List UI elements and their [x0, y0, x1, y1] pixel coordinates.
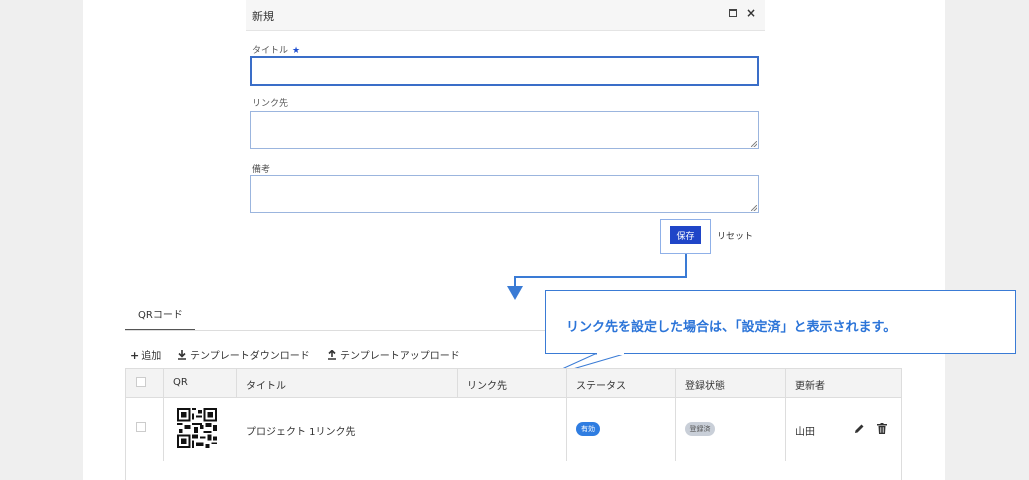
column-divider [457, 369, 458, 397]
tabs-divider [125, 330, 545, 331]
save-pointer-arrow [514, 254, 687, 288]
callout-pointer-cover [597, 350, 624, 355]
header-link[interactable]: リンク先 [467, 377, 507, 392]
delete-trash-icon[interactable] [877, 423, 887, 434]
tab-qr-code-label: QRコード [138, 310, 183, 321]
callout-text: リンク先を設定した場合は、「設定済」と表示されます。 [566, 320, 897, 335]
header-registration[interactable]: 登録状態 [685, 377, 725, 392]
qr-table: QR タイトル リンク先 ステータス 登録状態 更新者 プロジェクト 1リンク先… [125, 368, 902, 480]
row-checkbox[interactable] [136, 422, 146, 432]
row-updated-by: 山田 [795, 427, 815, 438]
row-title: プロジェクト 1リンク先 [246, 427, 356, 438]
header-qr[interactable]: QR [173, 377, 188, 388]
tab-qr-code[interactable]: QRコード [125, 300, 195, 331]
add-label: 追加 [141, 351, 162, 362]
registration-badge: 登録済 [685, 422, 715, 436]
template-upload-button[interactable]: テンプレートアップロード [327, 347, 460, 362]
column-divider [785, 369, 786, 461]
download-icon [178, 350, 186, 360]
header-status[interactable]: ステータス [576, 377, 626, 392]
template-download-label: テンプレートダウンロード [190, 351, 310, 362]
plus-icon: + [130, 349, 140, 362]
column-divider [163, 369, 164, 461]
save-pointer-arrowhead [507, 286, 523, 300]
add-button[interactable]: + 追加 [130, 347, 161, 362]
qr-code-image [177, 408, 217, 448]
column-divider [566, 369, 567, 461]
template-upload-label: テンプレートアップロード [340, 351, 460, 362]
column-divider [675, 369, 676, 461]
upload-icon [328, 349, 336, 360]
status-badge: 有効 [576, 422, 600, 436]
select-all-checkbox[interactable] [136, 377, 146, 387]
column-divider [236, 369, 237, 397]
header-updated-by[interactable]: 更新者 [795, 377, 825, 392]
template-download-button[interactable]: テンプレートダウンロード [177, 347, 310, 362]
header-title[interactable]: タイトル [246, 377, 286, 392]
callout-box: リンク先を設定した場合は、「設定済」と表示されます。 [545, 290, 1016, 354]
edit-pencil-icon[interactable] [854, 423, 865, 434]
